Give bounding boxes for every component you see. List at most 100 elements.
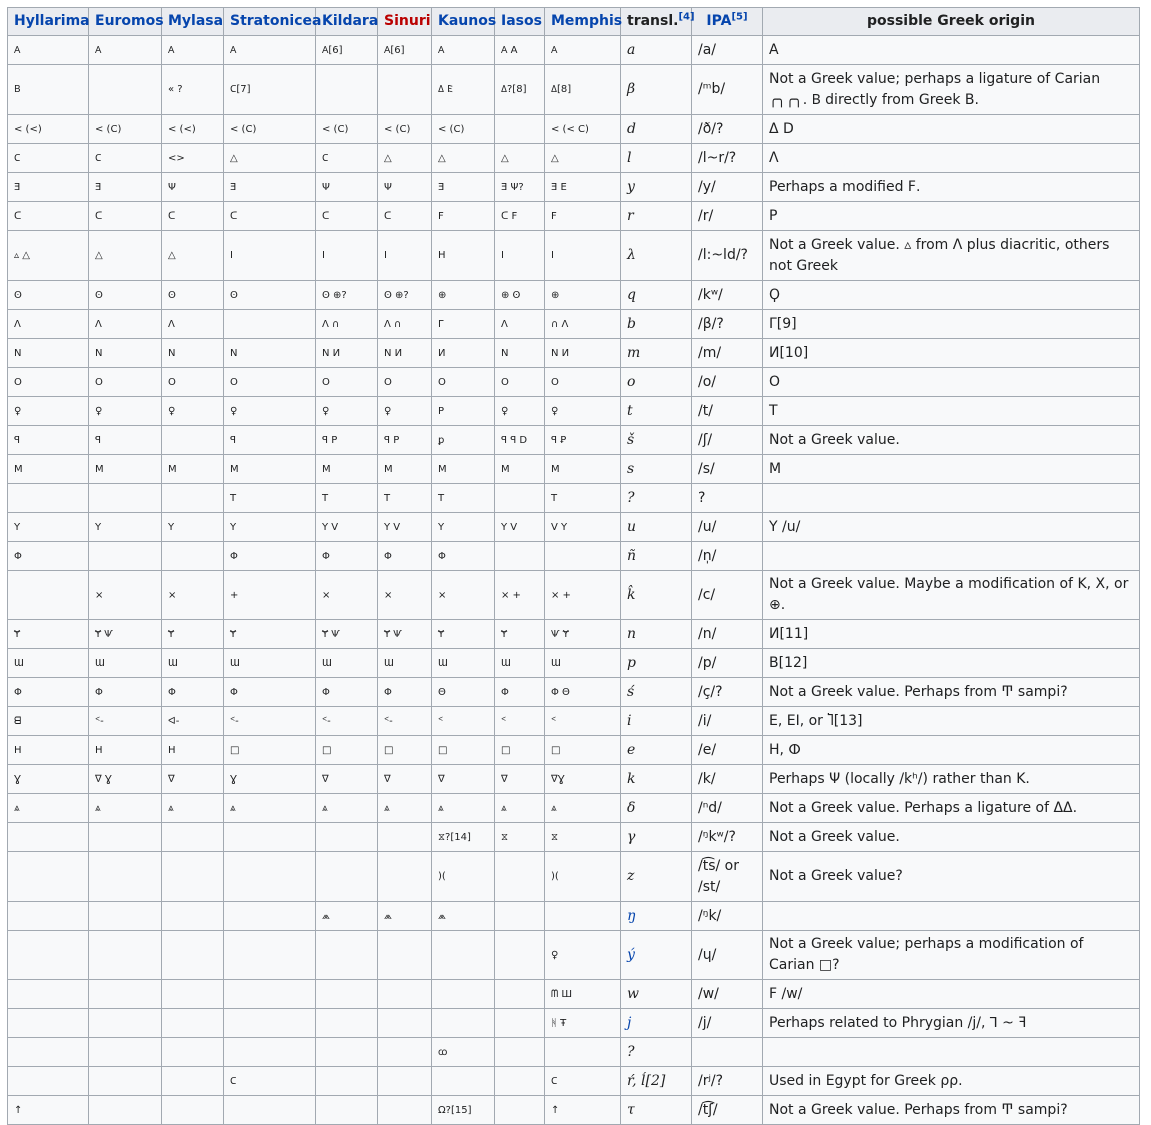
glyph-cell: 𐊠 [161,35,224,65]
table-row: ɎɎ ѰɎɎɎ ѰɎ ѰɎɎѰ Ɏn/n/Ͷ[11] [7,619,1140,649]
glyph-cell: ꟼ [88,425,162,455]
table-row: < (<) < (C) < (<) < (C) < (C) < (C) < (C) < (< … [7,114,1140,144]
glyph-cell [161,851,224,902]
footnote-ref[interactable]: [4] [678,11,694,22]
glyph-cell: ⧖ [494,822,545,852]
ipa-cell: /w/ [691,979,763,1009]
glyph-cell: Φ [7,541,89,571]
column-header-link[interactable]: Kildara [322,13,378,29]
glyph-cell [315,851,378,902]
column-header-link[interactable]: Sinuri [384,13,431,29]
glyph-cell: □ [223,735,316,765]
column-header-link[interactable]: Memphis [551,13,622,29]
ipa-cell: /ᵐb/ [691,64,763,115]
table-row: ↑ Ω?[15] ↑ τ/t͡ʃ/Not a Greek value. Perhaps… [7,1095,1140,1125]
footnote-ref[interactable]: [5] [731,11,747,22]
glyph-cell: M [377,454,432,484]
glyph-cell: Φ [223,677,316,707]
glyph-cell: ᑉ- [315,706,378,736]
transliteration-cell: τ [620,1095,692,1125]
glyph-cell: ᑕ [161,201,224,231]
ipa-cell: /kʷ/ [691,280,763,310]
glyph-cell: Ψ [377,172,432,202]
glyph-cell: Ɣ [223,764,316,794]
glyph-cell: Φ [377,677,432,707]
glyph-cell: ♀ [494,396,545,426]
greek-origin-cell: Ͷ[10] [762,338,1140,368]
glyph-cell: O [88,367,162,397]
transliteration-cell: š [620,425,692,455]
glyph-cell [161,1037,224,1067]
column-header-link[interactable]: Iasos [501,13,542,29]
glyph-cell: )( [431,851,495,902]
glyph-cell: Λ [88,309,162,339]
glyph-cell: N [223,338,316,368]
glyph-cell [7,901,89,931]
glyph-cell [223,309,316,339]
glyph-cell: H [161,735,224,765]
transliteration-cell: u [620,512,692,542]
glyph-cell: ꭃ [431,1037,495,1067]
column-header-link[interactable]: Stratonicea [230,13,321,29]
table-row: ᗺ ᑉ- ᐊ- ᑉ- ᑉ- ᑉ- ᑉ ᑉ ᑉ i/i/E, EI, or Ⴈ[13] [7,706,1140,736]
glyph-cell [88,64,162,115]
glyph-cell: Ɯ [494,648,545,678]
glyph-cell [315,1066,378,1096]
greek-origin-cell [762,541,1140,571]
glyph-cell: △ [223,143,316,173]
transliteration-cell: l [620,143,692,173]
column-header-link[interactable]: IPA [706,13,731,29]
glyph-cell: Ɏ [7,619,89,649]
glyph-cell: Ɏ Ѱ [315,619,378,649]
glyph-cell: Φ [494,677,545,707]
greek-origin-cell: H, ⵀ [762,735,1140,765]
column-header-link[interactable]: Euromos [95,13,164,29]
transliteration-cell: j [620,1008,692,1038]
glyph-cell: ʘ [7,280,89,310]
table-row: 𐊢 𐊢 ŕ, ĺ[2]/rʲ/? Used in Egypt for Greek ρρ… [7,1066,1140,1096]
glyph-cell [161,930,224,980]
greek-origin-cell: A [762,35,1140,65]
transliteration-cell: ŋ [620,901,692,931]
glyph-cell: M [223,454,316,484]
glyph-cell [223,1008,316,1038]
glyph-cell: Ɯ [161,648,224,678]
glyph-cell: M [431,454,495,484]
transliteration-cell: m [620,338,692,368]
glyph-cell: Y [431,512,495,542]
glyph-cell: Φ [88,677,162,707]
ipa-cell: /l~r/? [691,143,763,173]
ipa-cell: /j/ [691,1008,763,1038]
glyph-cell: I [494,230,545,281]
column-header-link[interactable]: Hyllarima [14,13,90,29]
glyph-cell [223,930,316,980]
greek-origin-cell: B[12] [762,648,1140,678]
glyph-cell [88,541,162,571]
glyph-cell: △ [88,230,162,281]
glyph-cell: N И [377,338,432,368]
glyph-cell [88,1037,162,1067]
ipa-cell: /m/ [691,338,763,368]
glyph-cell: H [88,735,162,765]
glyph-cell [161,425,224,455]
glyph-cell: Ɏ [431,619,495,649]
table-row: YYYYY VY VYY VV Yu/u/Y /u/ [7,512,1140,542]
glyph-cell: 𐊢 [7,143,89,173]
glyph-cell: Ɯ [223,648,316,678]
glyph-cell: ꟼ [7,425,89,455]
glyph-cell: ↑ [544,1095,621,1125]
glyph-cell: ⩓ [494,793,545,823]
glyph-cell: « ? [161,64,224,115]
table-row: ▵ △ △ △ I I I H I Iλ/l:~ld/? Not a Greek value. ▵… [7,230,1140,281]
glyph-cell [544,901,621,931]
glyph-cell: ᑕ F [494,201,545,231]
greek-origin-cell: Not a Greek value. ▵ from Λ plus diacrit… [762,230,1140,281]
transliteration-cell: ý [620,930,692,980]
glyph-cell: Y V [377,512,432,542]
glyph-cell: ∇ [161,764,224,794]
column-header-link[interactable]: Mylasa [168,13,223,29]
ipa-cell: /e/ [691,735,763,765]
greek-origin-cell: Not a Greek value. [762,822,1140,852]
column-header-link[interactable]: Kaunos [438,13,496,29]
glyph-cell: Ψ [315,172,378,202]
